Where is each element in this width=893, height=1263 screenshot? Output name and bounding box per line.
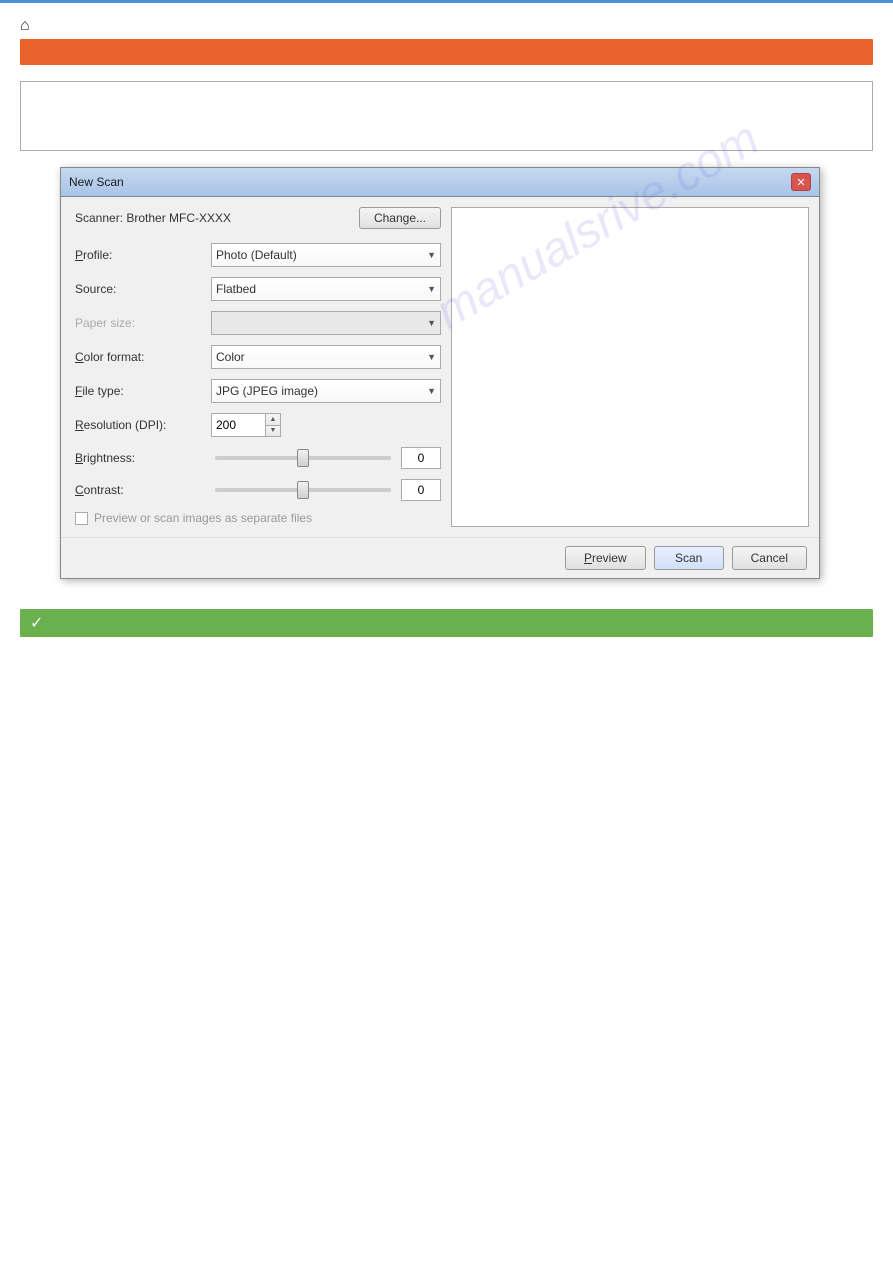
source-row: Source: Flatbed ▼: [71, 277, 441, 301]
resolution-input[interactable]: 200: [211, 413, 266, 437]
resolution-value: 200: [216, 418, 236, 432]
profile-label: Profile:: [71, 248, 211, 262]
new-scan-dialog: manualsrive.com New Scan ✕ Scanner: Brot…: [60, 167, 820, 579]
contrast-slider-track[interactable]: [215, 488, 391, 492]
brightness-label: Brightness:: [71, 451, 211, 465]
resolution-label: Resolution (DPI):: [71, 418, 211, 432]
file-type-label: File type:: [71, 384, 211, 398]
profile-row: Profile: Photo (Default) ▼: [71, 243, 441, 267]
brightness-value: 0: [401, 447, 441, 469]
brightness-slider-track[interactable]: [215, 456, 391, 460]
color-format-dropdown-arrow: ▼: [427, 352, 436, 362]
brightness-row: Brightness: 0: [71, 447, 441, 469]
dialog-area: manualsrive.com New Scan ✕ Scanner: Brot…: [60, 167, 833, 579]
preview-area: [451, 207, 809, 527]
dialog-title: New Scan: [69, 175, 124, 189]
source-value: Flatbed: [216, 282, 256, 296]
source-label: Source:: [71, 282, 211, 296]
contrast-row: Contrast: 0: [71, 479, 441, 501]
separate-files-row: Preview or scan images as separate files: [71, 511, 441, 525]
file-type-value: JPG (JPEG image): [216, 384, 318, 398]
dialog-footer: Preview Scan Cancel: [61, 537, 819, 578]
home-icon[interactable]: ⌂: [20, 17, 30, 34]
paper-size-row: Paper size: ▼: [71, 311, 441, 335]
brightness-slider-thumb[interactable]: [297, 449, 309, 467]
profile-dropdown-arrow: ▼: [427, 250, 436, 260]
resolution-up-button[interactable]: ▲: [266, 414, 280, 426]
source-dropdown-arrow: ▼: [427, 284, 436, 294]
scanner-label: Scanner: Brother MFC-XXXX: [75, 211, 231, 225]
top-divider: [0, 0, 893, 3]
bottom-bar: ✓: [20, 609, 873, 637]
file-type-dropdown-arrow: ▼: [427, 386, 436, 396]
separate-files-label: Preview or scan images as separate files: [94, 511, 312, 525]
color-format-row: Color format: Color ▼: [71, 345, 441, 369]
contrast-label: Contrast:: [71, 483, 211, 497]
change-button[interactable]: Change...: [359, 207, 441, 229]
profile-value: Photo (Default): [216, 248, 297, 262]
home-icon-row: ⌂: [0, 11, 893, 39]
contrast-slider-thumb[interactable]: [297, 481, 309, 499]
section-bar: [20, 39, 873, 65]
contrast-value: 0: [401, 479, 441, 501]
paper-size-label: Paper size:: [71, 316, 211, 330]
info-box: [20, 81, 873, 151]
paper-size-dropdown[interactable]: ▼: [211, 311, 441, 335]
source-dropdown[interactable]: Flatbed ▼: [211, 277, 441, 301]
file-type-dropdown[interactable]: JPG (JPEG image) ▼: [211, 379, 441, 403]
file-type-row: File type: JPG (JPEG image) ▼: [71, 379, 441, 403]
separate-files-checkbox[interactable]: [75, 512, 88, 525]
color-format-dropdown[interactable]: Color ▼: [211, 345, 441, 369]
dialog-titlebar: New Scan ✕: [61, 168, 819, 197]
paper-size-dropdown-arrow: ▼: [427, 318, 436, 328]
scan-button[interactable]: Scan: [654, 546, 724, 570]
color-format-value: Color: [216, 350, 245, 364]
scanner-row: Scanner: Brother MFC-XXXX Change...: [75, 207, 441, 229]
profile-dropdown[interactable]: Photo (Default) ▼: [211, 243, 441, 267]
checkmark-icon: ✓: [30, 613, 43, 633]
preview-button[interactable]: Preview: [565, 546, 646, 570]
resolution-row: Resolution (DPI): 200 ▲ ▼: [71, 413, 441, 437]
resolution-spinner: ▲ ▼: [266, 413, 281, 437]
dialog-left-panel: Scanner: Brother MFC-XXXX Change... Prof…: [71, 207, 441, 527]
dialog-close-button[interactable]: ✕: [791, 173, 811, 191]
dialog-body: Scanner: Brother MFC-XXXX Change... Prof…: [61, 197, 819, 537]
cancel-button[interactable]: Cancel: [732, 546, 807, 570]
color-format-label: Color format:: [71, 350, 211, 364]
resolution-down-button[interactable]: ▼: [266, 426, 280, 437]
